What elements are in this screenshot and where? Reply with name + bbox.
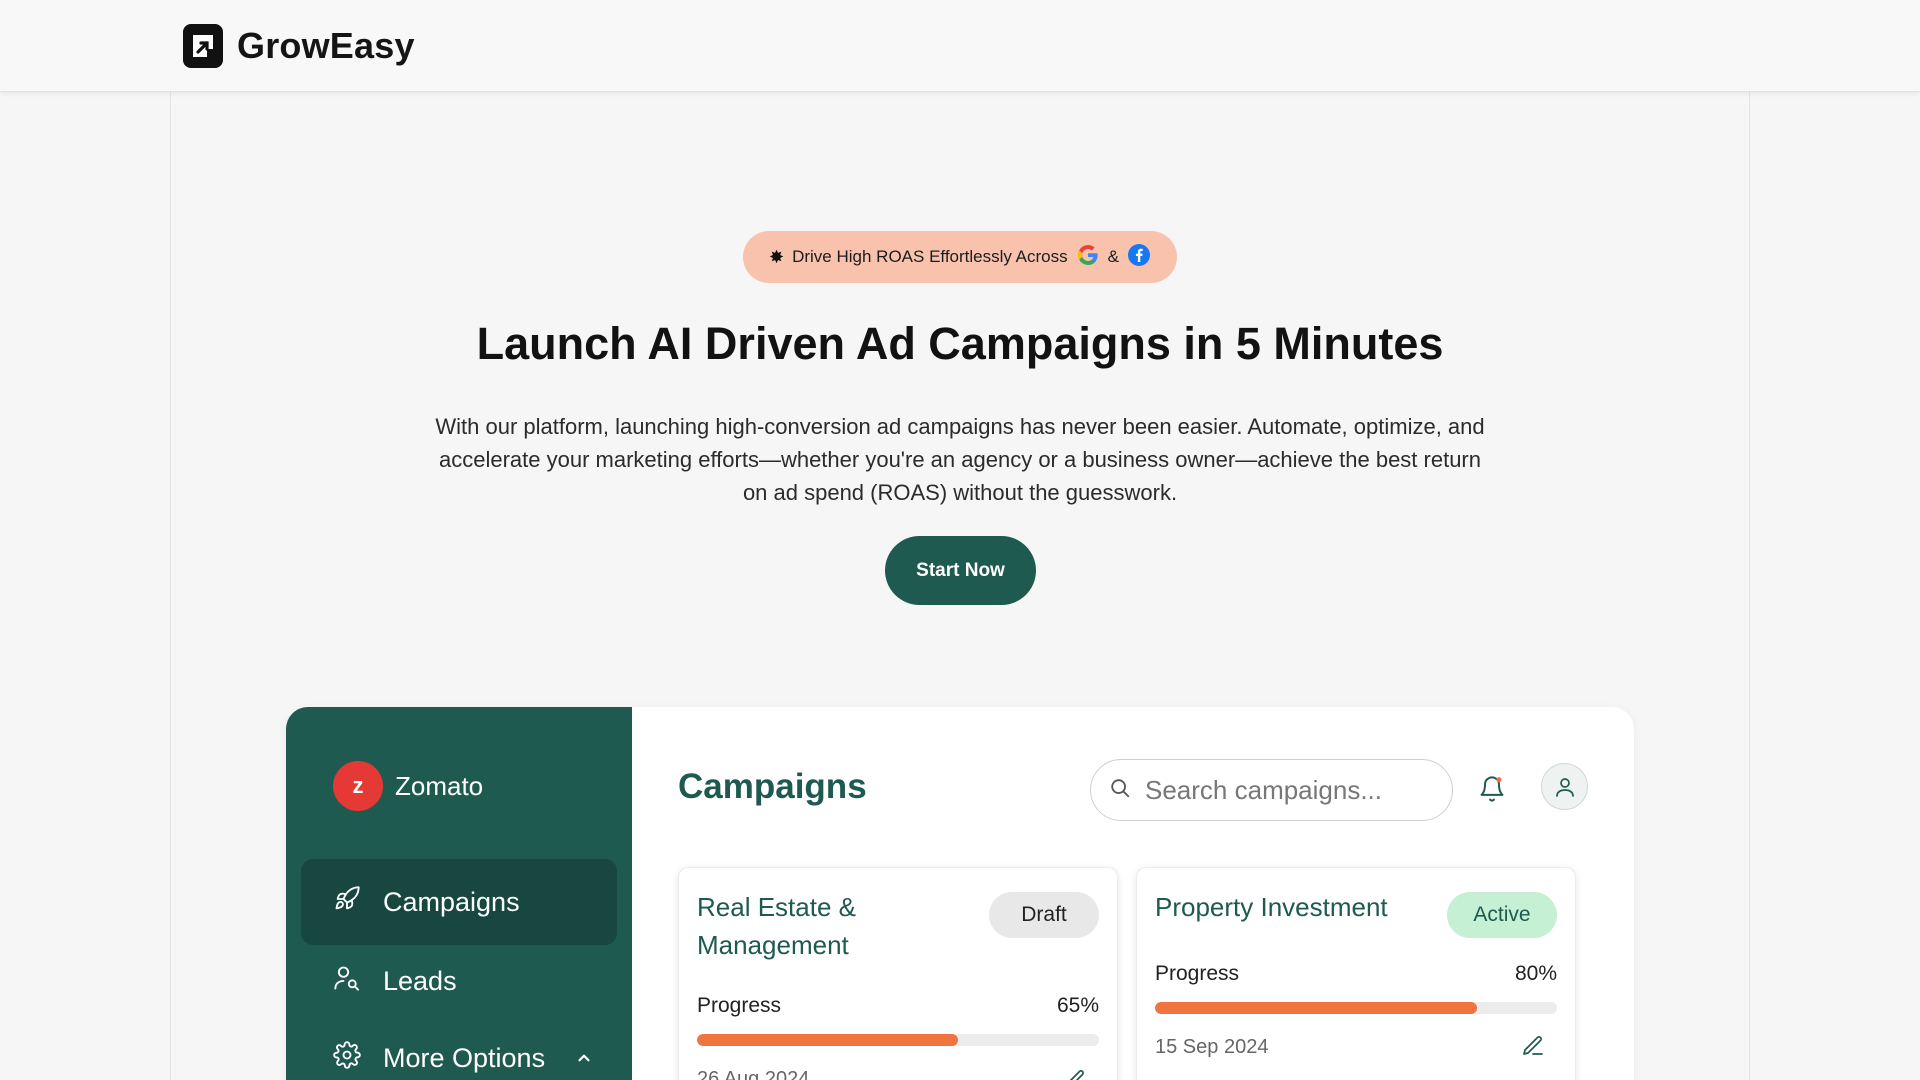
brand-name: GrowEasy [237,25,415,66]
progress-row: Progress 80% [1155,962,1557,986]
progress-bar [1155,1002,1557,1014]
progress-value: 65% [1056,994,1099,1017]
dashboard-preview: z Zomato Campaigns Leads More Options Ca… [286,707,1634,1080]
account-switcher[interactable]: z Zomato [333,761,483,811]
user-profile-icon[interactable] [1541,763,1588,810]
google-icon [1076,243,1100,272]
search-icon [1109,777,1131,804]
sidebar-item-campaigns[interactable]: Campaigns [301,859,617,945]
progress-label: Progress [697,994,782,1017]
campaign-card[interactable]: Real Estate & Management Draft Progress … [678,867,1118,1080]
sidebar-item-label: More Options [383,1042,546,1073]
edit-icon[interactable] [1521,1034,1547,1060]
rocket-icon [333,885,361,920]
progress-value: 80% [1514,962,1557,985]
notification-bell-icon[interactable] [1476,772,1508,806]
facebook-icon [1127,243,1151,272]
promo-pill-amp: & [1107,247,1119,266]
account-avatar: z [333,761,383,811]
promo-pill: ✸ Drive High ROAS Effortlessly Across & [743,231,1177,283]
sidebar-item-label: Campaigns [383,886,520,917]
campaign-title: Real Estate & Management [697,892,856,960]
gear-icon [333,1040,361,1076]
start-now-button[interactable]: Start Now [885,536,1036,605]
search-input[interactable] [1145,774,1425,806]
user-search-icon [333,964,361,999]
status-badge: Draft [989,892,1099,938]
campaigns-title: Campaigns [678,767,867,806]
sidebar: z Zomato Campaigns Leads More Options [286,707,632,1080]
groweasy-logo-icon [183,24,223,68]
campaign-title: Property Investment [1155,892,1388,922]
hero-title: Launch AI Driven Ad Campaigns in 5 Minut… [476,318,1444,369]
status-badge: Active [1447,892,1557,938]
sidebar-item-label: Leads [383,965,457,996]
edit-icon[interactable] [1063,1068,1089,1080]
campaign-date: 26 Aug 2024 [697,1068,810,1080]
promo-pill-text: Drive High ROAS Effortlessly Across [792,247,1068,266]
progress-bar [697,1034,1099,1046]
progress-label: Progress [1155,962,1240,985]
search-box[interactable] [1090,759,1453,821]
sidebar-item-leads[interactable]: Leads [301,938,617,1024]
sparkle-icon: ✸ [769,246,785,267]
campaign-card[interactable]: Property Investment Active Progress 80% … [1136,867,1576,1080]
top-navbar: GrowEasy [0,0,1920,92]
chevron-up-icon[interactable] [575,1043,593,1074]
progress-fill [697,1034,959,1046]
logo[interactable]: GrowEasy [183,23,415,69]
hero-description: With our platform, launching high-conver… [435,414,1485,505]
account-name: Zomato [395,770,484,801]
sidebar-item-more-options[interactable]: More Options [301,1015,617,1080]
progress-row: Progress 65% [697,994,1099,1018]
campaign-date: 15 Sep 2024 [1155,1036,1269,1058]
progress-fill [1155,1002,1477,1014]
